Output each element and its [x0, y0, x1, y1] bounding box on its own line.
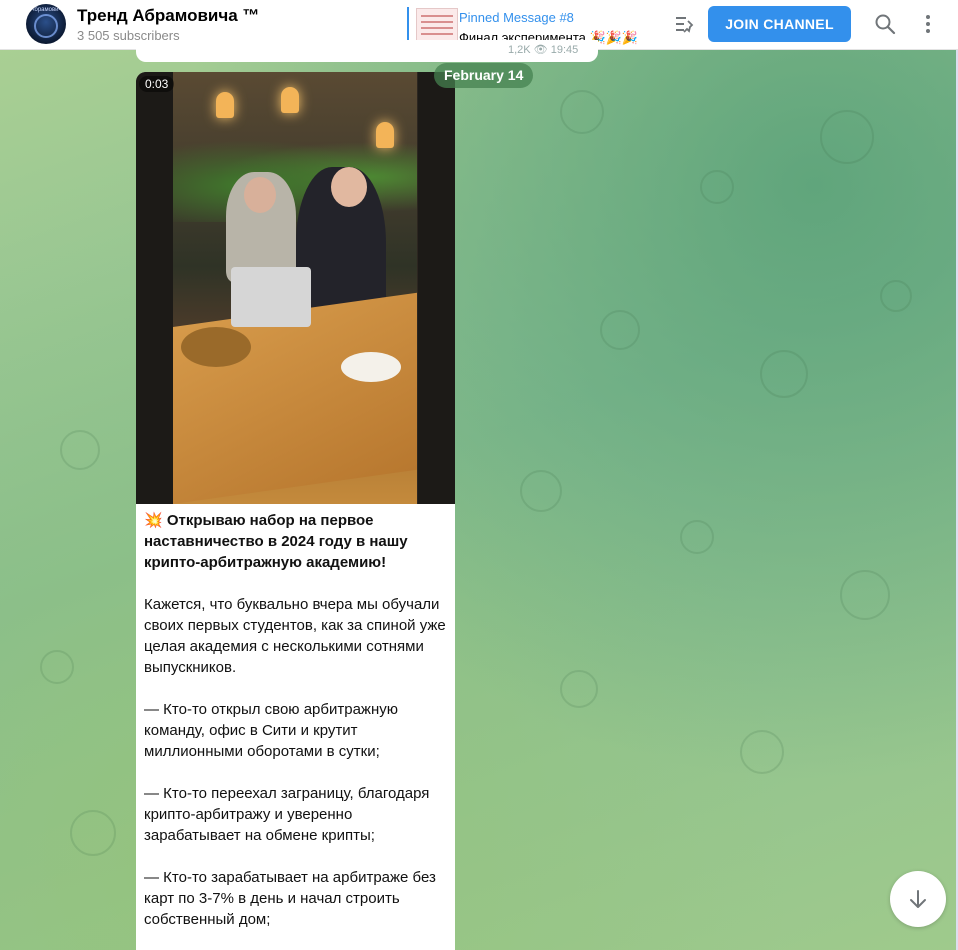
video-duration: 0:03 — [139, 76, 175, 92]
video-face — [244, 177, 276, 213]
video-plate — [341, 352, 401, 382]
post-paragraph: — Кто-то зарабатывает на арбитраже без к… — [144, 869, 436, 928]
post-paragraph: Кажется, что буквально вчера мы обучали … — [144, 596, 446, 676]
avatar-caption: Абрамович — [30, 7, 62, 13]
video-bowl — [181, 327, 251, 367]
post-text: 💥 Открываю набор на первое наставничеств… — [144, 510, 450, 950]
arrow-down-icon — [910, 890, 926, 908]
date-separator: February 14 — [434, 63, 534, 88]
more-icon[interactable] — [912, 8, 944, 40]
channel-title[interactable]: Тренд Абрамовича ™ — [77, 6, 259, 26]
channel-post: 0:03 💥 Открываю набор на первое наставни… — [136, 72, 455, 950]
video-letterbox-left — [136, 72, 173, 504]
scroll-down-button[interactable] — [890, 871, 946, 927]
previous-message-meta: 1,2K 👁 19:45 — [508, 44, 579, 56]
pinned-message-bar[interactable]: Pinned Message #8 Финал эксперимента 🎉🎉🎉 — [407, 3, 667, 45]
video-face — [331, 167, 367, 207]
video-laptop — [231, 267, 311, 327]
channel-avatar[interactable]: Абрамович — [26, 4, 66, 44]
post-paragraph: 💥 Открываю набор на первое наставничеств… — [144, 512, 408, 571]
post-paragraph: — Кто-то открыл свою арбитражную команду… — [144, 701, 398, 760]
post-paragraph: — Кто-то переехал заграницу, благодаря к… — [144, 785, 430, 844]
search-icon[interactable] — [869, 8, 901, 40]
video-preview[interactable]: 0:03 — [136, 72, 455, 504]
pinned-thumbnail — [416, 8, 458, 44]
pinned-indicator — [407, 7, 409, 41]
video-lamp — [376, 122, 394, 148]
avatar-ring — [34, 14, 58, 38]
join-channel-button[interactable]: JOIN CHANNEL — [708, 6, 851, 42]
pin-list-icon[interactable] — [668, 8, 700, 40]
video-lamp — [281, 87, 299, 113]
pinned-title: Pinned Message #8 — [459, 10, 574, 25]
video-lamp — [216, 92, 234, 118]
video-letterbox-right — [418, 72, 455, 504]
